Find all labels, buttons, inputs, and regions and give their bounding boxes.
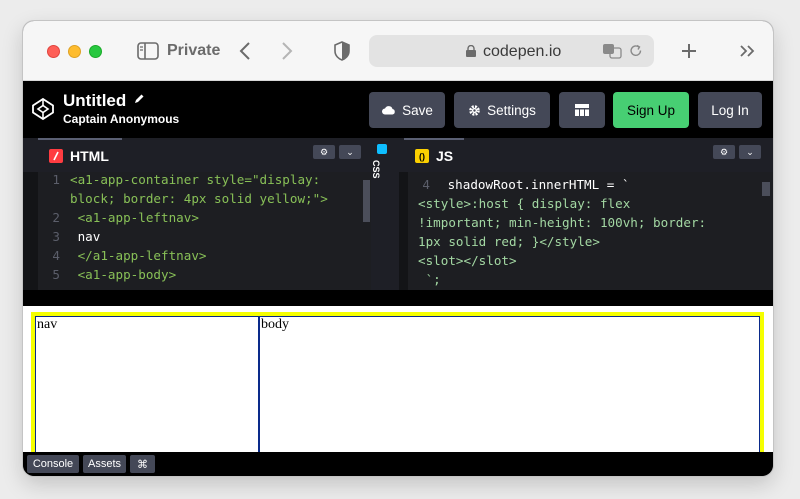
forward-icon[interactable]: [281, 41, 293, 61]
html-collapse-button[interactable]: ⌄: [339, 145, 361, 159]
gear-icon: [469, 104, 480, 116]
code-line: 5<style>:host { display: flex: [418, 196, 631, 211]
html-scrollbar[interactable]: [363, 180, 370, 222]
settings-button-label: Settings: [487, 102, 536, 118]
svg-text:(): (): [419, 152, 425, 162]
html-icon: [49, 149, 63, 163]
code-line: block; border: 4px solid yellow;">: [70, 191, 328, 206]
codepen-logo-icon[interactable]: [31, 97, 55, 121]
zoom-window-button[interactable]: [89, 45, 102, 58]
assets-button-label: Assets: [87, 458, 121, 470]
code-line: 5 <a1-app-body>: [52, 267, 177, 282]
code-line: 4 </a1-app-leftnav>: [52, 248, 207, 263]
css-icon: [377, 144, 387, 154]
code-line: !important; min-height: 100vh; border:: [418, 215, 707, 230]
log-in-button-label: Log In: [711, 102, 749, 118]
js-collapse-button[interactable]: ⌄: [739, 145, 761, 159]
close-window-button[interactable]: [47, 45, 60, 58]
back-icon[interactable]: [239, 41, 251, 61]
shortcuts-button[interactable]: ⌘: [130, 455, 155, 473]
preview-pane: nav body: [23, 290, 773, 472]
code-line: <slot></slot>: [418, 253, 517, 268]
console-button-label: Console: [32, 458, 74, 470]
leftnav-element: nav: [35, 316, 259, 468]
browser-window: Private codepen.io Untitled Captain Anon…: [23, 21, 773, 476]
tab-html[interactable]: HTML: [38, 138, 122, 172]
css-collapsed-pane[interactable]: CSS: [371, 138, 399, 290]
edit-title-icon[interactable]: [133, 93, 145, 105]
code-line: 1 <a1-app-container style="display:: [52, 172, 321, 187]
minimize-window-button[interactable]: [68, 45, 81, 58]
js-scrollbar[interactable]: [762, 182, 770, 196]
sign-up-button-label: Sign Up: [626, 102, 676, 118]
layout-icon: [575, 104, 589, 116]
private-label: Private: [167, 42, 221, 59]
html-settings-button[interactable]: ⚙: [313, 145, 335, 159]
console-button[interactable]: Console: [27, 455, 79, 473]
body-text: body: [261, 317, 289, 332]
pen-author: Captain Anonymous: [63, 112, 180, 126]
sign-up-button[interactable]: Sign Up: [613, 92, 689, 128]
tab-js[interactable]: () JS: [404, 138, 464, 172]
save-button[interactable]: Save: [369, 92, 445, 128]
footer-bar: Console Assets ⌘: [23, 452, 773, 476]
code-line: 3 nav: [52, 229, 101, 244]
change-view-button[interactable]: [559, 92, 605, 128]
shield-icon[interactable]: [333, 41, 351, 61]
nav-text: nav: [37, 317, 58, 332]
js-icon: (): [415, 149, 429, 163]
css-pane-label: CSS: [371, 160, 381, 179]
pen-title[interactable]: Untitled: [63, 91, 126, 111]
tab-overview-icon[interactable]: [739, 44, 757, 58]
tab-html-label: HTML: [70, 148, 109, 164]
js-code-editor[interactable]: 4 shadowRoot.innerHTML = ` 5<style>:host…: [408, 172, 773, 290]
browser-toolbar: Private codepen.io: [23, 21, 773, 81]
tab-js-label: JS: [436, 148, 454, 164]
code-line: 1px solid red; }</style>: [418, 234, 600, 249]
app-container: nav body: [31, 312, 764, 472]
assets-button[interactable]: Assets: [83, 455, 126, 473]
log-in-button[interactable]: Log In: [698, 92, 762, 128]
code-line: 4 shadowRoot.innerHTML = `: [422, 177, 630, 192]
save-button-label: Save: [402, 102, 433, 118]
reload-icon[interactable]: [629, 44, 643, 58]
body-element: body: [259, 316, 760, 468]
js-settings-button[interactable]: ⚙: [713, 145, 735, 159]
lock-icon: [466, 45, 476, 57]
address-bar[interactable]: codepen.io: [369, 35, 654, 67]
translate-icon[interactable]: [602, 43, 622, 59]
code-line: 2 <a1-app-leftnav>: [52, 210, 199, 225]
html-code-editor[interactable]: 1 <a1-app-container style="display: block…: [38, 172, 371, 290]
settings-button[interactable]: Settings: [454, 92, 550, 128]
code-line: `;: [418, 272, 441, 287]
new-tab-icon[interactable]: [680, 42, 698, 60]
url-text: codepen.io: [483, 43, 562, 60]
cloud-icon: [382, 106, 395, 115]
command-icon: ⌘: [137, 458, 148, 471]
sidebar-icon[interactable]: [137, 42, 159, 60]
